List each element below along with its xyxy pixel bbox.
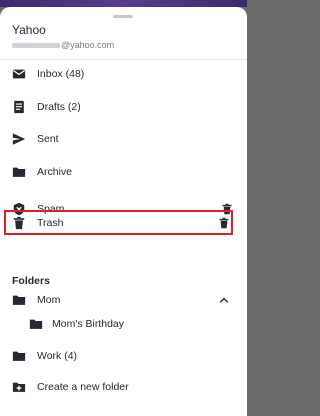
create-folder-label: Create a new folder: [37, 381, 129, 393]
folder-item-label: Mom: [37, 294, 61, 306]
empty-trash-icon[interactable]: [218, 217, 230, 229]
sent-icon: [12, 133, 26, 145]
folder-drawer-sheet: Yahoo @yahoo.com Inbox (48) Drafts (2) S…: [0, 7, 247, 416]
mailbox-item-sent[interactable]: Sent: [0, 124, 247, 154]
redacted-email-user: [12, 43, 60, 49]
drafts-icon: [14, 100, 24, 114]
inbox-icon: [12, 69, 26, 79]
folder-icon: [29, 319, 43, 329]
folder-icon: [12, 295, 26, 305]
drag-handle[interactable]: [113, 15, 133, 18]
account-email-domain: @yahoo.com: [61, 40, 115, 50]
add-folder-icon: [12, 382, 26, 392]
account-email: @yahoo.com: [12, 40, 114, 50]
folder-item-label: Work (4): [37, 350, 78, 362]
folder-icon: [12, 351, 26, 361]
folder-item-work[interactable]: Work (4): [0, 341, 247, 371]
mailbox-item-label: Archive: [37, 166, 73, 178]
create-folder-button[interactable]: Create a new folder: [0, 372, 247, 402]
mailbox-item-label: Drafts (2): [37, 101, 81, 113]
archive-folder-icon: [12, 167, 26, 177]
app-header-strip: [0, 0, 247, 7]
mailbox-item-label: Trash: [37, 217, 64, 229]
mailbox-item-label: Inbox (48): [37, 68, 85, 80]
mailbox-item-archive[interactable]: Archive: [0, 157, 247, 187]
chevron-up-icon[interactable]: [218, 294, 230, 306]
mailbox-item-inbox[interactable]: Inbox (48): [0, 59, 247, 89]
account-name: Yahoo: [12, 23, 46, 37]
trash-icon: [13, 216, 25, 230]
folder-item-label: Mom's Birthday: [52, 318, 125, 330]
mailbox-item-trash[interactable]: Trash: [0, 208, 247, 238]
mailbox-item-drafts[interactable]: Drafts (2): [0, 92, 247, 122]
mailbox-item-label: Sent: [37, 133, 59, 145]
folder-item-moms-birthday[interactable]: Mom's Birthday: [0, 309, 247, 339]
